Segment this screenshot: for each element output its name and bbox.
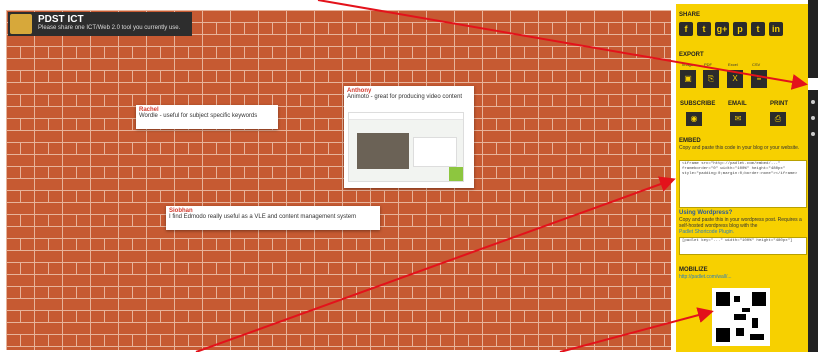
annotation-arrows: [195, 0, 808, 352]
arrow-to-embed: [195, 176, 676, 352]
arrow-to-qr: [559, 307, 714, 352]
arrow-to-sidebar: [317, 0, 808, 90]
